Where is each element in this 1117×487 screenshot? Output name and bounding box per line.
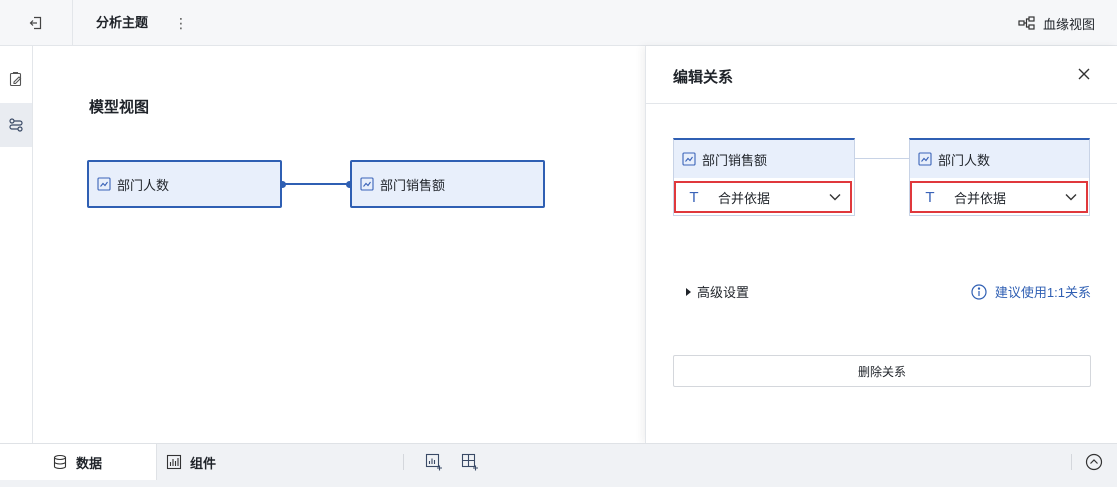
rail-item-edit[interactable] [0, 57, 32, 101]
chevron-up-circle-icon [1085, 453, 1103, 471]
left-table-card: 部门销售额 T 合并依据 [673, 138, 855, 216]
model-node[interactable]: 部门销售额 [350, 160, 545, 208]
close-button[interactable] [1076, 66, 1092, 82]
add-table-button[interactable] [460, 452, 480, 472]
more-menu-button[interactable]: ⋮ [174, 14, 188, 32]
add-chart-icon [425, 453, 443, 471]
clipboard-edit-icon [8, 71, 24, 87]
top-bar: 分析主题 ⋮ 血缘视图 [0, 0, 1117, 46]
exit-button[interactable] [0, 0, 73, 46]
add-chart-button[interactable] [424, 452, 444, 472]
bottom-bar: 数据 组件 [0, 443, 1117, 487]
lineage-icon [1018, 16, 1035, 30]
suggestion-label: 建议使用1:1关系 [994, 285, 1091, 300]
collapse-button[interactable] [1085, 453, 1103, 471]
add-table-icon [461, 453, 479, 471]
field-value: 合并依据 [954, 190, 1007, 206]
tab-components[interactable]: 组件 [166, 444, 216, 480]
bar-chart-icon [166, 454, 182, 470]
node-label: 部门人数 [117, 177, 170, 193]
advanced-settings-label: 高级设置 [697, 285, 750, 300]
text-field-icon: T [689, 188, 699, 206]
table-header: 部门人数 [910, 140, 1089, 178]
close-icon [1078, 68, 1090, 80]
relation-icon [8, 117, 24, 133]
table-chart-icon [360, 177, 374, 191]
table-name: 部门销售额 [702, 152, 768, 168]
left-rail [0, 46, 33, 443]
tab-label: 数据 [76, 455, 103, 471]
chevron-down-icon [1064, 191, 1078, 203]
divider [403, 454, 404, 470]
page-title: 分析主题 [96, 15, 149, 30]
table-name: 部门人数 [938, 152, 991, 168]
text-field-icon: T [925, 188, 935, 206]
table-chart-icon [682, 152, 696, 166]
table-header: 部门销售额 [674, 140, 854, 178]
right-table-card: 部门人数 T 合并依据 [909, 138, 1090, 216]
relation-link[interactable] [282, 183, 350, 185]
node-label: 部门销售额 [380, 177, 446, 193]
panel-header: 编辑关系 [646, 46, 1117, 104]
relation-connector [855, 158, 909, 159]
panel-title: 编辑关系 [673, 69, 734, 86]
suggestion-link[interactable]: 建议使用1:1关系 [971, 282, 1091, 301]
field-value: 合并依据 [718, 190, 771, 206]
model-node[interactable]: 部门人数 [87, 160, 282, 208]
tab-data[interactable]: 数据 [0, 444, 157, 480]
tab-label: 组件 [190, 455, 217, 471]
chevron-down-icon [828, 191, 842, 203]
right-field-select[interactable]: T 合并依据 [910, 181, 1088, 213]
caret-right-icon [686, 287, 691, 296]
advanced-settings-toggle[interactable]: 高级设置 [686, 282, 749, 301]
table-chart-icon [918, 152, 932, 166]
edit-relation-panel: 编辑关系 部门销售额 T 合并依据 部门人数 T 合并依据 高级设置 建议使用1… [645, 46, 1117, 443]
model-canvas[interactable]: 模型视图 部门人数 部门销售额 [33, 46, 645, 443]
rail-item-model[interactable] [0, 103, 32, 147]
lineage-view-button[interactable]: 血缘视图 [1018, 0, 1095, 46]
info-icon [971, 283, 987, 300]
left-field-select[interactable]: T 合并依据 [674, 181, 852, 213]
exit-icon [28, 15, 44, 31]
model-view-title: 模型视图 [89, 99, 150, 116]
lineage-label: 血缘视图 [1042, 16, 1095, 32]
database-icon [52, 454, 68, 470]
table-chart-icon [97, 177, 111, 191]
divider [1071, 454, 1072, 470]
delete-relation-button[interactable]: 删除关系 [673, 355, 1091, 387]
